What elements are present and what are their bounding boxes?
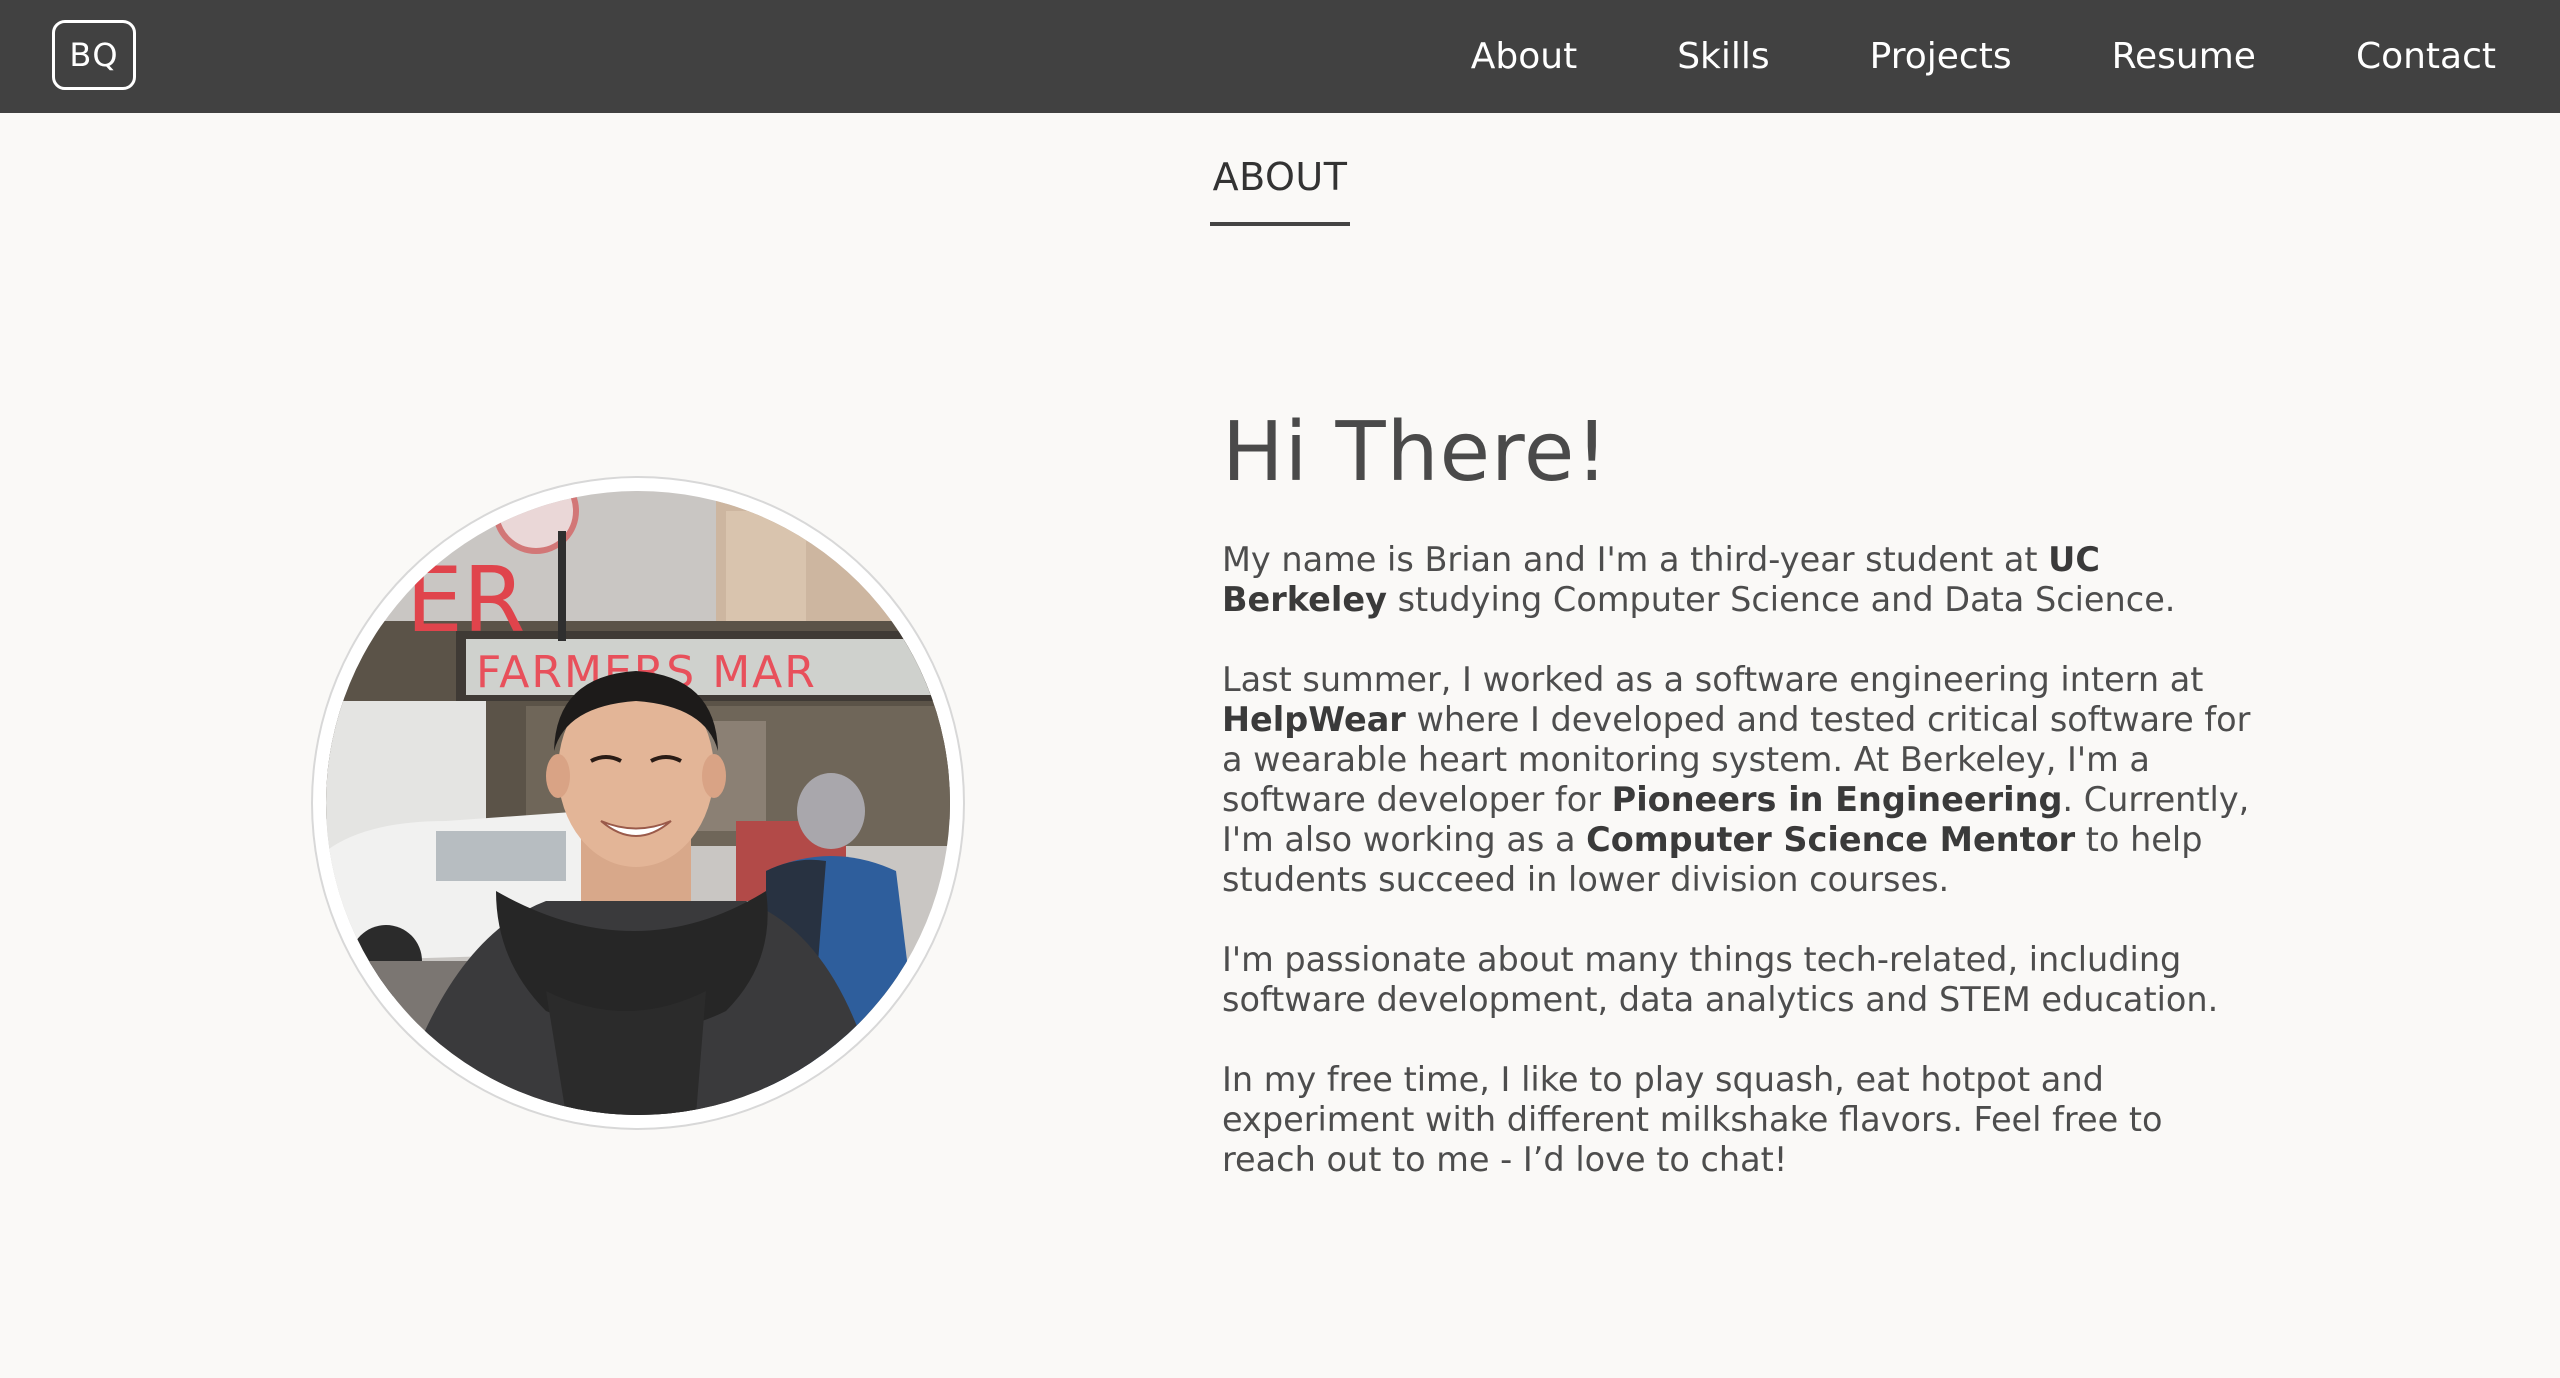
bio-paragraph-4: In my free time, I like to play squash, …: [1222, 1060, 2163, 1179]
avatar-frame: FARMERS MAR ER: [313, 478, 963, 1128]
section-underline: [1210, 222, 1350, 226]
bio-paragraph-2: Last summer, I worked as a software engi…: [1222, 660, 2262, 900]
bio-text: My name is Brian and I'm a third-year st…: [1222, 540, 2049, 579]
bio-text: studying Computer Science and Data Scien…: [1386, 580, 2176, 619]
profile-photo-illustration: FARMERS MAR ER: [326, 491, 950, 1115]
bio-highlight-role: Computer Science Mentor: [1586, 820, 2076, 859]
nav-link-about[interactable]: About: [1421, 0, 1627, 113]
section-title: ABOUT: [1212, 155, 1348, 199]
bio-paragraph-3: I'm passionate about many things tech-re…: [1222, 940, 2219, 1019]
bio: My name is Brian and I'm a third-year st…: [1222, 540, 2262, 1220]
profile-photo: FARMERS MAR ER: [326, 491, 950, 1115]
logo[interactable]: BQ: [52, 20, 136, 90]
nav-link-resume[interactable]: Resume: [2062, 0, 2306, 113]
navbar: BQ About Skills Projects Resume Contact: [0, 0, 2560, 113]
nav-link-contact[interactable]: Contact: [2306, 0, 2560, 113]
bio-paragraph-1: My name is Brian and I'm a third-year st…: [1222, 540, 2262, 620]
nav-links: About Skills Projects Resume Contact: [1421, 0, 2560, 113]
greeting-heading: Hi There!: [1222, 405, 1610, 500]
bio-highlight-company: HelpWear: [1222, 700, 1406, 739]
bio-highlight-organization: Pioneers in Engineering: [1611, 780, 2063, 819]
sign-text-top: ER: [406, 548, 525, 653]
bio-text: Last summer, I worked as a software engi…: [1222, 660, 2204, 699]
nav-link-projects[interactable]: Projects: [1820, 0, 2062, 113]
nav-link-skills[interactable]: Skills: [1627, 0, 1819, 113]
